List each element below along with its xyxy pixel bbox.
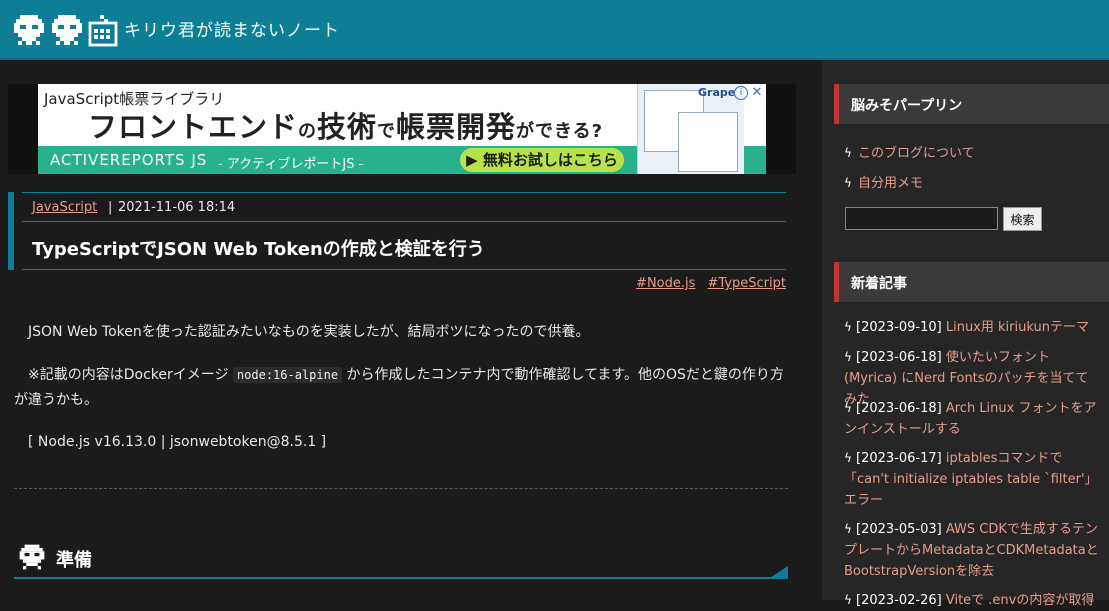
post-date: 2021-11-06 18:14 — [118, 200, 236, 215]
recent-post-item[interactable]: ϟ [2023-06-18] Arch Linux フォントをアンインストールする — [844, 398, 1100, 440]
paragraph: [ Node.js v16.13.0 | jsonwebtoken@8.5.1 … — [28, 434, 327, 450]
recent-post-item[interactable]: ϟ [2023-09-10] Linux用 kiriukunテーマ — [844, 317, 1100, 338]
recent-date: [2023-06-18] — [856, 350, 942, 365]
logo[interactable] — [12, 12, 118, 48]
ad-window — [678, 112, 738, 172]
sidebar: 脳みそパープリン ϟ このブログについて ϟ 自分用メモ 検索 新着記事 ϟ [202… — [822, 60, 1109, 608]
ad-headline-part: ができる? — [516, 121, 604, 142]
bolt-icon: ϟ — [844, 522, 852, 536]
search-button[interactable]: 検索 — [1003, 207, 1042, 231]
paragraph-text: ※記載の内容はDockerイメージ — [28, 367, 233, 383]
section-underline — [14, 577, 788, 579]
recent-date: [2023-06-17] — [856, 451, 942, 466]
tag-link[interactable]: #Node.js — [636, 276, 695, 291]
ad-brand: ACTIVEREPORTS JS — [50, 151, 208, 169]
sidebar-item-about[interactable]: ϟ このブログについて — [844, 142, 975, 161]
sidebar-link[interactable]: このブログについて — [858, 146, 975, 161]
ad-headline-part: フロントエンド — [88, 110, 299, 144]
bolt-icon: ϟ — [844, 451, 852, 465]
paragraph: JSON Web Tokenを使った認証みたいなものを実装したが、結局ボツになっ… — [28, 324, 590, 340]
recent-post-link[interactable]: Linux用 kiriukunテーマ — [946, 320, 1089, 335]
pixel-face-icon — [19, 544, 45, 570]
site-title-link[interactable]: キリウ君が読まないノート — [124, 16, 340, 41]
tag-link[interactable]: #TypeScript — [708, 276, 786, 291]
site-header: キリウ君が読まないノート — [0, 0, 1109, 60]
ad-brand-sub: - アクティブレポートJS - — [218, 157, 364, 172]
ad-headline: フロントエンドの技術で帳票開発ができる? — [88, 104, 603, 146]
recent-date: [2023-05-03] — [856, 522, 942, 537]
widget-header: 新着記事 — [834, 262, 1109, 302]
title-area: TypeScriptでJSON Web Tokenの作成と検証を行う — [22, 221, 786, 270]
recent-post-item[interactable]: ϟ [2023-06-17] iptablesコマンドで「can't initia… — [844, 448, 1100, 511]
bolt-icon: ϟ — [844, 146, 852, 160]
bolt-icon: ϟ — [844, 176, 852, 190]
accent-bar — [8, 192, 14, 270]
bolt-icon: ϟ — [844, 401, 852, 415]
pixel-face-icon — [52, 15, 82, 45]
section-heading: 準備 — [14, 536, 788, 580]
ad-corner-text: Grape — [698, 86, 736, 99]
widget-title: 脳みそパープリン — [851, 98, 963, 114]
recent-post-link[interactable]: Viteで .envの内容が取得 — [946, 593, 1095, 608]
article-header: JavaScript | 2021-11-06 18:14 TypeScript… — [8, 192, 786, 270]
ad-banner-area: JavaScript帳票ライブラリ フロントエンドの技術で帳票開発ができる? A… — [8, 84, 796, 174]
recent-date: [2023-09-10] — [856, 320, 942, 335]
category-link[interactable]: JavaScript — [32, 200, 97, 215]
widget-header: 脳みそパープリン — [834, 84, 1109, 124]
recent-post-item[interactable]: ϟ [2023-05-03] AWS CDKで生成するテンプレートからMetada… — [844, 519, 1100, 582]
ad-headline-part: 技術 — [317, 110, 378, 144]
pixel-face-icon — [14, 15, 44, 45]
recent-date: [2023-06-18] — [856, 401, 942, 416]
bolt-icon: ϟ — [844, 350, 852, 364]
post-title: TypeScriptでJSON Web Tokenの作成と検証を行う — [32, 239, 485, 260]
meta-separator: | — [108, 200, 113, 215]
ad-headline-part: で — [377, 121, 397, 142]
bolt-icon: ϟ — [844, 320, 852, 334]
recent-post-item[interactable]: ϟ [2023-02-26] Viteで .envの内容が取得 — [844, 590, 1100, 611]
sidebar-link[interactable]: 自分用メモ — [858, 176, 923, 191]
pixel-robot-icon — [88, 15, 118, 47]
bolt-icon: ϟ — [844, 593, 852, 607]
ad-banner[interactable]: JavaScript帳票ライブラリ フロントエンドの技術で帳票開発ができる? A… — [38, 84, 766, 174]
paragraph: ※記載の内容はDockerイメージ node:16-alpine から作成したコ… — [14, 363, 788, 413]
ad-cta-button[interactable]: ▶ 無料お試しはこちら — [460, 148, 624, 172]
ad-headline-part: 帳票開発 — [396, 110, 517, 144]
tag-list: #Node.js #TypeScript — [628, 276, 786, 291]
inline-code: node:16-alpine — [232, 367, 343, 383]
ad-close-icon[interactable]: ✕ — [750, 86, 764, 100]
divider — [14, 488, 788, 489]
sidebar-item-memo[interactable]: ϟ 自分用メモ — [844, 172, 923, 191]
search-input[interactable] — [845, 207, 998, 230]
main-content: JavaScript帳票ライブラリ フロントエンドの技術で帳票開発ができる? A… — [0, 60, 822, 600]
ad-screenshot-image: Grape — [637, 84, 744, 174]
article-meta: JavaScript | 2021-11-06 18:14 — [22, 192, 786, 222]
ad-info-icon[interactable]: i — [734, 86, 748, 100]
ad-headline-part: の — [298, 121, 318, 142]
recent-date: [2023-02-26] — [856, 593, 942, 608]
section-title: 準備 — [56, 550, 92, 571]
widget-title: 新着記事 — [851, 276, 907, 292]
